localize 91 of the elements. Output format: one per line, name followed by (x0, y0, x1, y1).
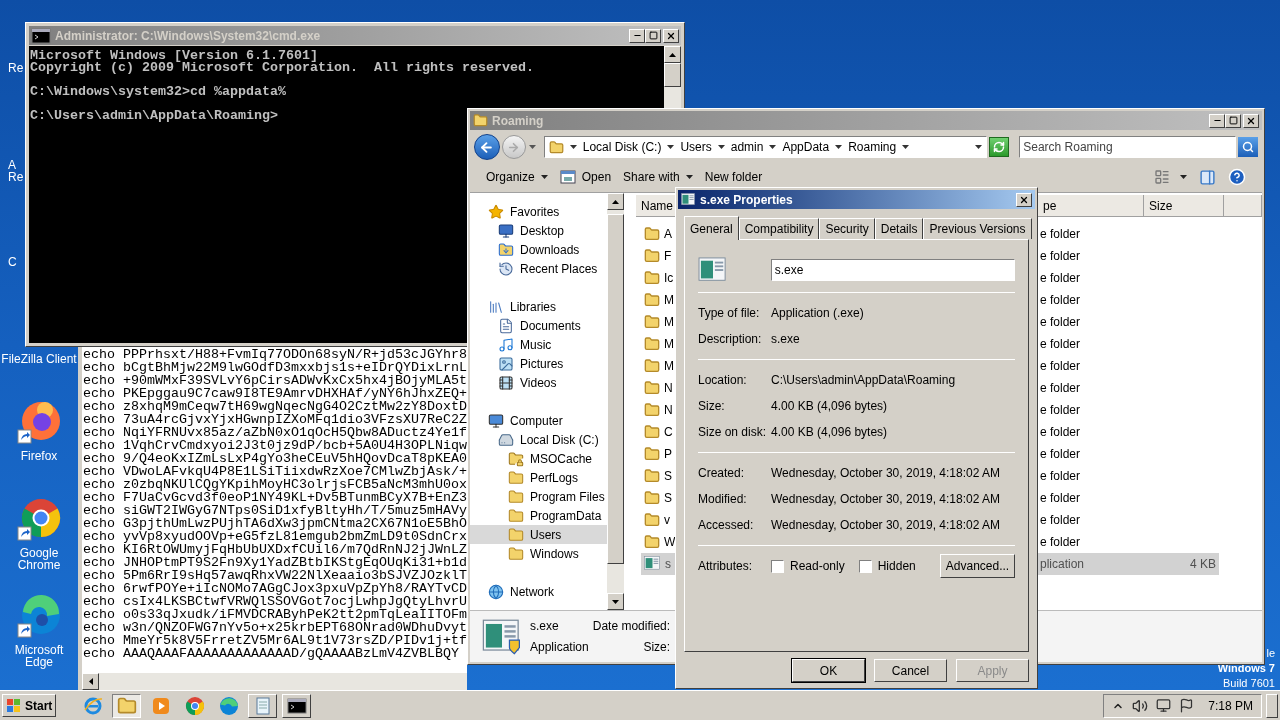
file-name: s (665, 556, 671, 573)
property-label: Created: (698, 465, 746, 482)
text-line: echo G3pjthUmLwzPUjhTA6dXw3jpmCNtma2CX67N1oE5BhO (83, 517, 467, 530)
property-label: Location: (698, 372, 748, 389)
text-line: echo +90mWMxF39SVLvY6pCirsADWvKxCx5hx4jBOjyMLA5t (83, 374, 467, 387)
text-line: echo yvVp8xyudOOVp+eG5fzL81emgub2bmZmLD9t0SdnCrx (83, 530, 467, 543)
file-name: C (664, 424, 673, 441)
file-name: M (664, 336, 674, 353)
file-name: P (664, 446, 672, 463)
file-name: W (664, 534, 676, 551)
os-version-text: le (1266, 646, 1275, 661)
clock: 7:18 PM (1208, 697, 1253, 715)
property-value: Wednesday, October 30, 2019, 4:18:02 AM (771, 491, 1001, 508)
file-name: N (664, 402, 673, 419)
console-line: C:\Users\admin\AppData\Roaming> (30, 110, 278, 122)
file-type: e folder (1040, 447, 1081, 461)
text-line: echo AAAQAAAFAAAAAAAAAAAAAD/gQAAAABzLmV4ZVBLBQY (83, 647, 459, 660)
console-line: Microsoft Windows [Version 6.1.7601] (30, 50, 318, 62)
text-line: echo PPPrhsxt/H88+FvmIq77ODOn68syN/R+jd53cJGYhr8 (83, 348, 467, 361)
window-title: Roaming (492, 112, 545, 130)
file-name: S (664, 468, 672, 485)
file-name: M (664, 292, 674, 309)
file-name: F (664, 248, 672, 265)
text-line: echo PKEpggau9C7caw9I8TE9AmrvDHXHAf/yNY6hJhxZEQ+ (83, 387, 467, 400)
window-title: Administrator: C:\Windows\System32\cmd.exe (55, 27, 322, 45)
file-type: e folder (1040, 535, 1081, 549)
text-line: echo siGWT2IWGyG7NTps0SiD1xfyBltyHh/T/5muz5mHAVy (83, 504, 467, 517)
file-type: e folder (1040, 227, 1081, 241)
property-label: Description: (698, 331, 763, 348)
file-name: M (664, 358, 674, 375)
property-value: Wednesday, October 30, 2019, 4:18:02 AM (771, 465, 1001, 482)
text-line: echo z0zbqNKUlCQgYKpihMoyHC3olrjsFCB5aNcM3mhU0ox (83, 478, 467, 491)
text-line: echo 73uA4rcGjvxYjxHGwnpIZXoMFq1dio3VFzsXU7ReC2Z (83, 413, 467, 426)
text-line: echo bCgtBhMjw22M9lwGOdfD3mxxbjs1s+eIDrQYDixLrnL (83, 361, 467, 374)
os-version-text: Build 7601 (1223, 676, 1275, 691)
file-name: M (664, 314, 674, 331)
text-line: echo NqiYFRNUvx85az/aZbN0xO1qOcH5Qbw8ADuctz4Ye1f (83, 426, 467, 439)
text-line: echo csIx4LKSBCtwfVRWQlSSOVGot7ocjLwhpJgQtyLhvrU (83, 595, 467, 608)
file-type: e folder (1040, 381, 1081, 395)
file-type: e folder (1040, 359, 1081, 373)
property-value: Wednesday, October 30, 2019, 4:18:02 AM (771, 517, 1001, 534)
file-name: S (664, 490, 672, 507)
console-line: Copyright (c) 2009 Microsoft Corporation. All rights reserved. (30, 62, 534, 74)
property-value: s.exe (771, 331, 800, 348)
file-name: A (664, 226, 672, 243)
text-line: echo F7UaCvGcvd3f0eoP1NY49KL+Dv5BTunmBCyX7B+EnZ3 (83, 491, 467, 504)
file-type: e folder (1040, 337, 1081, 351)
property-label: Accessed: (698, 517, 755, 534)
dialog-title: s.exe Properties (700, 191, 794, 209)
checkbox-label: Hidden (877, 558, 916, 575)
property-label: Size: (698, 398, 726, 415)
text-line: echo VDwoLAFvkqU4P8E1LSiTiixdwRzXoe7CMlwZbjAsk/+ (83, 465, 467, 478)
details-file-type: Application (530, 639, 589, 656)
text-line: echo 6rwfPOYe+iIcNOMo7AGgCJox3pxuVpZpYh8/RAYTvCD (83, 582, 467, 595)
property-value: 4.00 KB (4,096 bytes) (771, 398, 888, 415)
property-value: 4.00 KB (4,096 bytes) (771, 424, 888, 441)
text-line: echo 5Pm6RrI9sHq57awqRhxVW22NlXeaaio3bSJVZJOzklT (83, 569, 467, 582)
file-type: e folder (1040, 271, 1081, 285)
text-line: echo MmeYr5k8V5FrretZV5Mr6AL9t1V73rsZD/PIDv1j+tf (83, 634, 467, 647)
property-label: Attributes: (698, 558, 754, 575)
text-line: echo 1VqhCrvCmdxyoi2J3t0jz9dP/bcb+5A0U4H3OPLNiqw (83, 439, 467, 452)
text-line: echo 9/Q4eoKxIZmLsLxP4gYo3heCEuV5hHQovDcaT8pKEA0 (83, 452, 467, 465)
os-version-text: Windows 7 (1217, 661, 1275, 676)
file-size: 4 KB (1190, 556, 1216, 573)
text-line: echo z8xhqM9mCeqw7tH69wgNqecNgG4O2CztMw2zY8DoxtD (83, 400, 467, 413)
property-value: Application (.exe) (771, 305, 864, 322)
file-type: e folder (1040, 403, 1081, 417)
text-line: echo KI6RtOWUmyjFqHbUbUXDxfCUil6/m7QdRnNJ2jJWnLZ (83, 543, 467, 556)
property-label: Modified: (698, 491, 748, 508)
text-line: echo o0s33qJxudk/iFMVDCRAByhPeK2tt2pmTqLeaIITOFm (83, 608, 467, 621)
property-value: C:\Users\admin\AppData\Roaming (771, 372, 956, 389)
text-line: echo JNHOPtmPT9S2Fn9Xy1YadZBtbIKStgEqOUqKi31+b1d (83, 556, 467, 569)
property-label: Type of file: (698, 305, 761, 322)
file-type: e folder (1040, 315, 1081, 329)
file-type: e folder (1040, 513, 1081, 527)
file-type: e folder (1040, 425, 1081, 439)
console-line: C:\Windows\system32>cd %appdata% (30, 86, 286, 98)
details-file-name: s.exe (530, 618, 560, 635)
file-type: e folder (1040, 469, 1081, 483)
property-label: Size on disk: (698, 424, 768, 441)
details-field-label: Size: (643, 639, 671, 656)
text-line: echo w3n/QNZOFWG7nYv5o+x25krbEPT68ONrad0WDhuDvyt (83, 621, 467, 634)
file-type: e folder (1040, 249, 1081, 263)
file-name: N (664, 380, 673, 397)
file-name: Ic (664, 270, 674, 287)
details-field-label: Date modified: (592, 618, 671, 635)
file-name: v (664, 512, 670, 529)
file-type: plication (1040, 557, 1085, 571)
checkbox-label: Read-only (790, 558, 845, 575)
file-type: e folder (1040, 293, 1081, 307)
file-type: e folder (1040, 491, 1081, 505)
